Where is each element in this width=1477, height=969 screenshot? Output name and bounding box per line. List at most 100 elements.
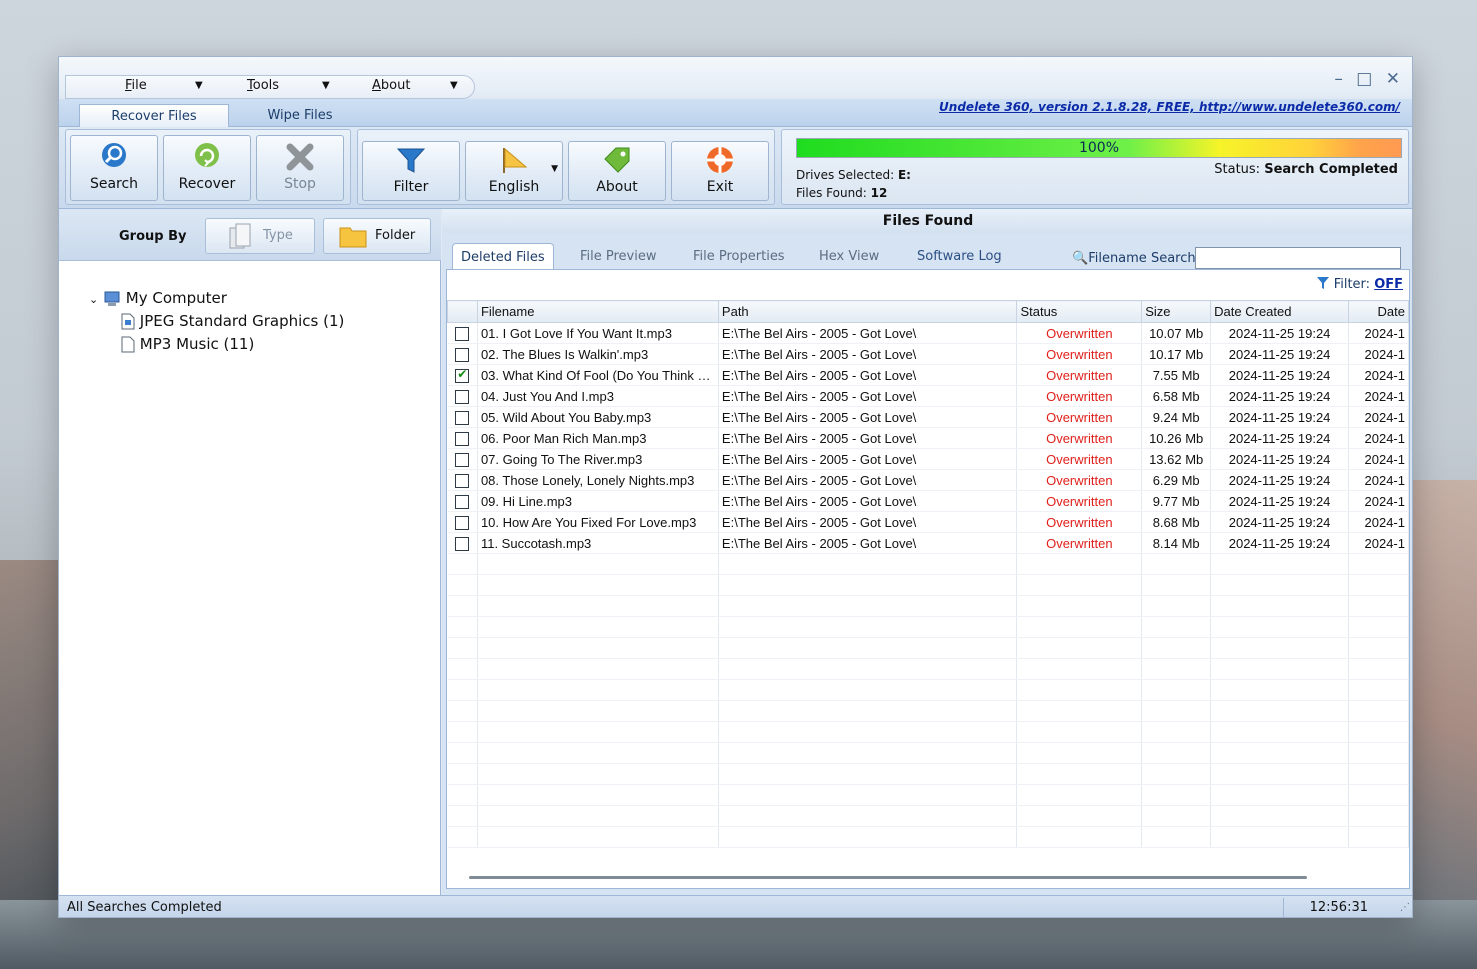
recover-button[interactable]: Recover <box>163 135 251 201</box>
empty-cell <box>1141 553 1212 575</box>
row-checkbox[interactable] <box>455 536 470 551</box>
row-checkbox[interactable] <box>455 494 470 509</box>
empty-cell <box>477 616 719 638</box>
table-row[interactable]: 03. What Kind Of Fool (Do You Think …E:\… <box>447 364 1409 386</box>
toolbar-ribbon: Search Recover Stop Filter English ▼ Abo… <box>59 127 1412 209</box>
group-by-folder-button[interactable]: Folder <box>323 218 431 254</box>
stop-button[interactable]: Stop <box>256 135 344 201</box>
empty-cell <box>718 595 1018 617</box>
row-checkbox[interactable] <box>455 389 470 404</box>
window-controls[interactable]: – □ ✕ <box>1334 69 1404 89</box>
row-checkbox[interactable] <box>455 431 470 446</box>
row-checkbox[interactable] <box>455 347 470 362</box>
column-header-path[interactable]: Path <box>717 300 1018 323</box>
about-button[interactable]: About <box>568 141 666 201</box>
row-checkbox[interactable] <box>455 410 470 425</box>
cell-date: 2024-1 <box>1348 532 1409 554</box>
empty-row <box>447 826 1409 848</box>
column-header-filename[interactable]: Filename <box>476 300 719 323</box>
tab-wipe-files[interactable]: Wipe Files <box>229 104 371 128</box>
desktop-background <box>1410 480 1477 969</box>
chevron-down-icon[interactable]: ▼ <box>551 164 558 174</box>
filter-toggle[interactable]: OFF <box>1374 277 1403 292</box>
empty-cell <box>1210 784 1350 806</box>
menu-about[interactable]: About <box>372 78 410 93</box>
cell-size: 13.62 Mb <box>1141 448 1212 470</box>
empty-cell <box>1016 763 1143 785</box>
empty-cell <box>1016 784 1143 806</box>
tab-recover-files[interactable]: Recover Files <box>79 104 229 128</box>
cell-size: 9.77 Mb <box>1141 490 1212 512</box>
empty-row <box>447 805 1409 827</box>
cell-select <box>447 343 478 365</box>
chevron-down-icon[interactable]: ▼ <box>322 80 330 91</box>
table-row[interactable]: 04. Just You And I.mp3 E:\The Bel Airs - … <box>447 385 1409 407</box>
filter-button-label: Filter <box>393 179 429 195</box>
column-header-status[interactable]: Status <box>1016 300 1143 323</box>
resize-grip-icon[interactable]: ⋰ <box>1400 902 1410 913</box>
cell-path: E:\The Bel Airs - 2005 - Got Love\ <box>718 406 1018 428</box>
filename-search-input[interactable] <box>1195 247 1401 269</box>
column-header-date[interactable]: Date <box>1348 300 1409 323</box>
tree-node-mp3[interactable]: MP3 Music (11) <box>121 335 254 353</box>
tab-software-log[interactable]: Software Log <box>917 249 1002 264</box>
menu-file[interactable]: File <box>125 78 147 93</box>
table-row[interactable]: 08. Those Lonely, Lonely Nights.mp3 E:\Th… <box>447 469 1409 491</box>
row-checkbox[interactable] <box>455 515 470 530</box>
tab-deleted-files[interactable]: Deleted Files <box>452 243 554 269</box>
empty-cell <box>1210 826 1350 848</box>
cell-select <box>447 427 478 449</box>
about-button-label: About <box>596 179 638 195</box>
search-button[interactable]: Search <box>70 135 158 201</box>
cell-date: 2024-1 <box>1348 343 1409 365</box>
cell-size: 8.68 Mb <box>1141 511 1212 533</box>
table-row[interactable]: 02. The Blues Is Walkin'.mp3 E:\The Bel A… <box>447 343 1409 365</box>
chevron-down-icon[interactable]: ▼ <box>450 80 458 91</box>
tab-file-preview[interactable]: File Preview <box>580 249 657 264</box>
cell-size: 8.14 Mb <box>1141 532 1212 554</box>
empty-cell <box>718 574 1018 596</box>
cell-filename: 02. The Blues Is Walkin'.mp3 <box>477 343 719 365</box>
table-row[interactable]: 10. How Are You Fixed For Love.mp3 E:\The… <box>447 511 1409 533</box>
menu-tools[interactable]: Tools <box>247 78 279 93</box>
filter-button[interactable]: Filter <box>362 141 460 201</box>
cell-status: Overwritten <box>1016 364 1143 386</box>
empty-cell <box>718 658 1018 680</box>
cell-date-created: 2024-11-25 19:24 <box>1210 532 1350 554</box>
cell-date: 2024-1 <box>1348 364 1409 386</box>
column-header-date-created[interactable]: Date Created <box>1210 300 1350 323</box>
column-header-size[interactable]: Size <box>1141 300 1212 323</box>
row-checkbox[interactable] <box>455 473 470 488</box>
row-checkbox[interactable] <box>455 367 470 383</box>
table-row[interactable]: 06. Poor Man Rich Man.mp3 E:\The Bel Airs… <box>447 427 1409 449</box>
group-by-type-button[interactable]: Type <box>205 218 315 254</box>
tree-node-jpeg[interactable]: JPEG Standard Graphics (1) <box>121 312 344 330</box>
exit-button[interactable]: Exit <box>671 141 769 201</box>
table-row[interactable]: 11. Succotash.mp3 E:\The Bel Airs - 2005 … <box>447 532 1409 554</box>
empty-cell <box>1141 637 1212 659</box>
table-row[interactable]: 01. I Got Love If You Want It.mp3 E:\The … <box>447 322 1409 344</box>
empty-cell <box>1016 721 1143 743</box>
empty-row <box>447 616 1409 638</box>
empty-cell <box>477 826 719 848</box>
table-row[interactable]: 09. Hi Line.mp3 E:\The Bel Airs - 2005 - … <box>447 490 1409 512</box>
empty-cell <box>1141 658 1212 680</box>
tab-hex-view[interactable]: Hex View <box>819 249 879 264</box>
row-checkbox[interactable] <box>455 326 470 341</box>
language-button[interactable]: English ▼ <box>465 141 563 201</box>
chevron-down-icon[interactable]: ⌄ <box>89 293 98 306</box>
column-header-select[interactable] <box>447 300 478 323</box>
table-row[interactable]: 05. Wild About You Baby.mp3 E:\The Bel Ai… <box>447 406 1409 428</box>
row-checkbox[interactable] <box>455 452 470 467</box>
horizontal-scrollbar[interactable] <box>469 876 1307 879</box>
table-row[interactable]: 07. Going To The River.mp3 E:\The Bel Air… <box>447 448 1409 470</box>
cell-date-created: 2024-11-25 19:24 <box>1210 406 1350 428</box>
cell-filename: 09. Hi Line.mp3 <box>477 490 719 512</box>
lifebuoy-icon <box>707 147 733 173</box>
version-link[interactable]: Undelete 360, version 2.1.8.28, FREE, ht… <box>939 100 1400 114</box>
empty-cell <box>718 742 1018 764</box>
tab-file-properties[interactable]: File Properties <box>693 249 785 264</box>
tree-node-my-computer[interactable]: ⌄ My Computer <box>89 289 227 307</box>
chevron-down-icon[interactable]: ▼ <box>195 80 203 91</box>
empty-cell <box>1210 742 1350 764</box>
